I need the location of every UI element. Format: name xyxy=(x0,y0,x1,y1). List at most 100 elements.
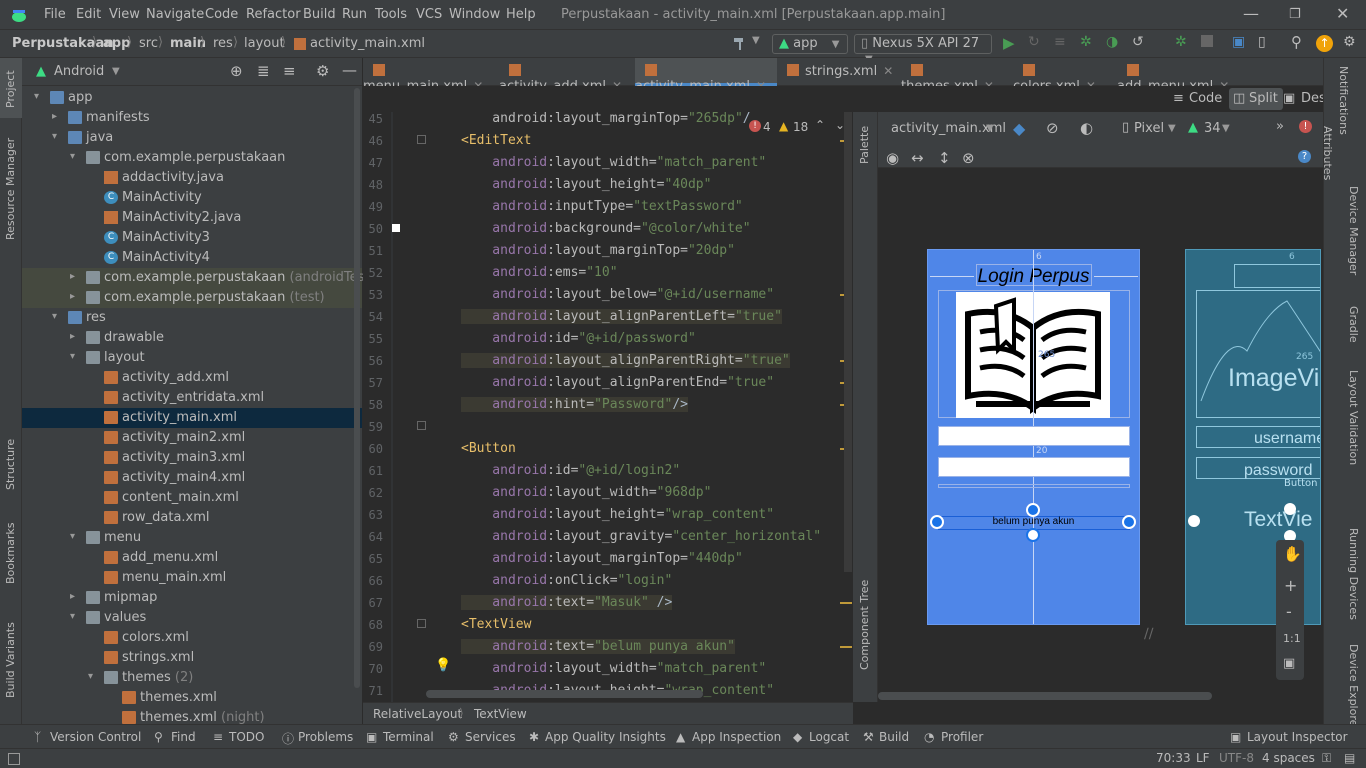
color-swatch-icon[interactable] xyxy=(392,224,400,232)
code-line[interactable]: android:layout_width="match_parent" xyxy=(461,155,766,170)
zoom-fit-icon[interactable]: ▣ xyxy=(1283,656,1295,671)
night-mode-icon[interactable]: ◐ xyxy=(1080,119,1093,137)
tool-gradle[interactable]: Gradle xyxy=(1347,306,1360,343)
tree-item[interactable]: ▸ manifests xyxy=(22,108,362,128)
editor-tab[interactable]: themes.xml✕ xyxy=(901,58,1013,94)
code-line[interactable]: android:hint="Password"/> xyxy=(461,397,688,412)
magnet-icon[interactable]: ⊗ xyxy=(962,149,975,167)
app-quality-icon[interactable]: ✱ xyxy=(529,730,539,744)
chevron-right-icon[interactable]: ▸ xyxy=(70,331,75,342)
code-line[interactable]: android:layout_height="wrap_content" xyxy=(461,507,774,522)
code-view-icon[interactable]: ≡ xyxy=(1173,91,1184,106)
chevron-down-icon[interactable]: ▾ xyxy=(52,311,57,322)
code-line[interactable]: <EditText xyxy=(461,133,531,148)
tree-item[interactable]: ▾ themes (2) xyxy=(22,668,362,688)
debug-icon[interactable]: ✲ xyxy=(1080,34,1092,50)
code-line[interactable]: android:text="belum punya akun" xyxy=(461,639,735,654)
code-line[interactable]: android:layout_height="40dp" xyxy=(461,177,711,192)
tree-item[interactable]: ▾ com.example.perpustakaan xyxy=(22,148,362,168)
tree-item[interactable]: row_data.xml xyxy=(22,508,362,528)
chevron-down-icon[interactable]: ▼ xyxy=(1168,123,1176,134)
settings-gear-icon[interactable]: ⚙ xyxy=(316,62,329,80)
tree-item[interactable]: ▾ values xyxy=(22,608,362,628)
tool-app-inspection[interactable]: App Inspection xyxy=(692,730,781,744)
layout-inspector-icon[interactable]: ▣ xyxy=(1230,730,1241,744)
code-line[interactable]: android:ems="10" xyxy=(461,265,617,280)
sync-gradle-icon[interactable]: ✲ xyxy=(1175,34,1187,50)
tree-item[interactable]: ▸ com.example.perpustakaan (androidTest) xyxy=(22,268,375,288)
problems-icon[interactable]: ⓘ xyxy=(282,730,294,747)
tool-layout-validation[interactable]: Layout Validation xyxy=(1347,370,1360,465)
menu-edit[interactable]: Edit xyxy=(76,7,101,22)
logcat-icon[interactable]: ◆ xyxy=(793,730,802,744)
tool-terminal[interactable]: Terminal xyxy=(383,730,434,744)
breadcrumb-src[interactable]: src xyxy=(139,36,158,51)
tool-notifications[interactable]: Notifications xyxy=(1337,66,1350,135)
app-inspection-icon[interactable]: ▲ xyxy=(676,730,685,744)
tool-project[interactable]: Project xyxy=(4,70,17,108)
minimize-icon[interactable]: — xyxy=(1243,4,1259,23)
menu-navigate[interactable]: Navigate xyxy=(146,7,204,22)
tree-item[interactable]: C MainActivity xyxy=(22,188,362,208)
tool-attributes[interactable]: Attributes xyxy=(1321,126,1334,180)
profiler-icon[interactable]: ◔ xyxy=(924,730,934,744)
chevron-down-icon[interactable]: ▾ xyxy=(70,151,75,162)
tree-item[interactable]: ▾ res xyxy=(22,308,362,328)
horizontal-scrollbar[interactable] xyxy=(426,690,703,698)
menu-help[interactable]: Help xyxy=(506,7,536,22)
version-control-icon[interactable]: ᛉ xyxy=(34,730,41,744)
code-view-button[interactable]: Code xyxy=(1189,91,1222,106)
chevron-down-icon[interactable]: ▾ xyxy=(70,611,75,622)
resize-handle-icon[interactable]: ∕∕ xyxy=(1144,626,1153,642)
tool-profiler[interactable]: Profiler xyxy=(941,730,983,744)
tree-item[interactable]: addactivity.java xyxy=(22,168,362,188)
locate-icon[interactable]: ⊕ xyxy=(230,62,243,80)
hammer-icon[interactable]: ⚒ xyxy=(863,730,874,744)
tree-item[interactable]: ▸ com.example.perpustakaan (test) xyxy=(22,288,362,308)
menu-file[interactable]: File xyxy=(44,7,66,22)
tool-app-quality-insights[interactable]: App Quality Insights xyxy=(545,730,666,744)
tree-item[interactable]: ▾ java xyxy=(22,128,362,148)
chevron-down-icon[interactable]: ▾ xyxy=(88,671,93,682)
fold-marker-icon[interactable] xyxy=(417,135,426,144)
code-line[interactable]: android:id="@+id/login2" xyxy=(461,463,680,478)
close-window-icon[interactable]: ✕ xyxy=(1336,4,1349,23)
warning-marker[interactable] xyxy=(840,602,852,604)
close-tab-icon[interactable]: ✕ xyxy=(883,64,893,78)
tool-services[interactable]: Services xyxy=(465,730,516,744)
tool-build-variants[interactable]: Build Variants xyxy=(4,622,17,698)
code-line[interactable]: android:layout_gravity="center_horizonta… xyxy=(461,529,821,544)
expand-all-icon[interactable]: ≣ xyxy=(257,62,270,80)
scrollbar[interactable] xyxy=(354,88,360,688)
toggle-tool-windows-icon[interactable] xyxy=(8,753,20,765)
tool-device-manager[interactable]: Device Manager xyxy=(1347,186,1360,275)
tree-item[interactable]: strings.xml xyxy=(22,648,362,668)
terminal-icon[interactable]: ▣ xyxy=(366,730,377,744)
issues-icon[interactable]: ! xyxy=(1299,120,1312,133)
help-icon[interactable]: ? xyxy=(1298,150,1311,163)
chevron-right-icon[interactable]: ▸ xyxy=(70,271,75,282)
breadcrumb-project[interactable]: Perpustakaan xyxy=(12,36,114,51)
restore-icon[interactable]: ❐ xyxy=(1289,7,1301,22)
design-view-icon[interactable]: ▣ xyxy=(1283,91,1295,106)
login-button-bounds[interactable] xyxy=(938,484,1130,488)
tool-todo[interactable]: TODO xyxy=(229,730,264,744)
code-line[interactable]: android:inputType="textPassword" xyxy=(461,199,742,214)
tool-version-control[interactable]: Version Control xyxy=(50,730,141,744)
tool-build[interactable]: Build xyxy=(879,730,909,744)
code-line[interactable]: android:layout_below="@+id/username" xyxy=(461,287,774,302)
line-separator[interactable]: LF xyxy=(1196,751,1210,765)
editor-tab[interactable]: menu_main.xml✕ xyxy=(363,58,499,94)
lock-icon[interactable]: ⚿ xyxy=(1322,751,1331,766)
breadcrumb-layout[interactable]: layout xyxy=(244,36,285,51)
memory-icon[interactable]: ▤ xyxy=(1344,751,1355,765)
collapse-all-icon[interactable]: ≡ xyxy=(283,62,296,80)
code-line[interactable]: android:layout_alignParentEnd="true" xyxy=(461,375,774,390)
tool-resource-manager[interactable]: Resource Manager xyxy=(4,138,17,240)
code-editor[interactable]: ! 4 ▲ 18 ⌃ ⌄ 45 android:layout_marginTop… xyxy=(363,112,853,702)
tree-item[interactable]: activity_entridata.xml xyxy=(22,388,362,408)
tree-item[interactable]: activity_main3.xml xyxy=(22,448,362,468)
tree-item[interactable]: ▾ menu xyxy=(22,528,362,548)
lightbulb-icon[interactable]: 💡 xyxy=(435,658,451,673)
update-icon[interactable]: ↑ xyxy=(1316,35,1333,52)
